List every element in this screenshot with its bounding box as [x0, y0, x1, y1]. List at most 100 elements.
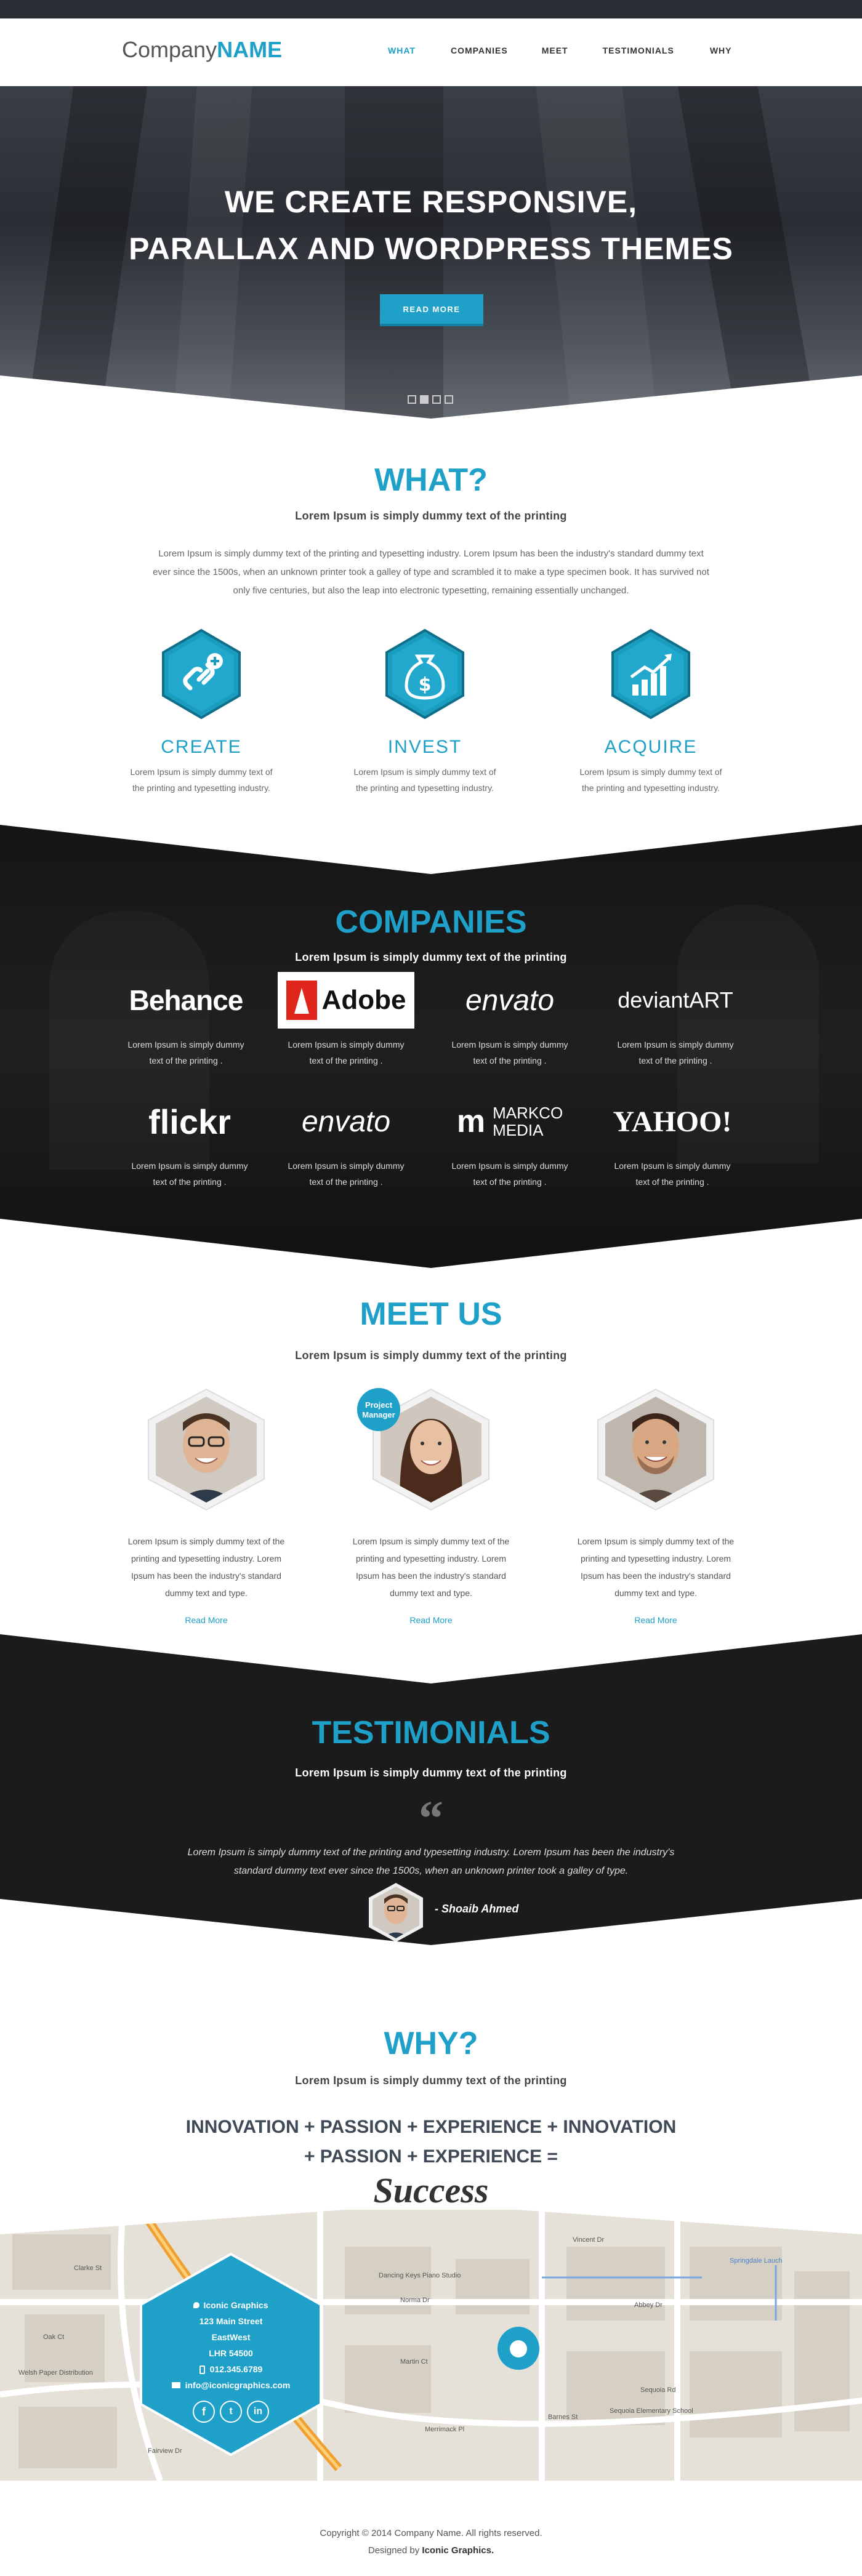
twitter-icon[interactable]: t	[220, 2401, 242, 2423]
map-label: Vincent Dr	[573, 2236, 604, 2244]
map-label: Martin Ct	[400, 2358, 428, 2365]
contact-email[interactable]: info@iconicgraphics.com	[139, 2377, 323, 2393]
site-header: CompanyNAME WHAT COMPANIES MEET TESTIMON…	[0, 18, 862, 86]
meet-section: MEET US Lorem Ipsum is simply dummy text…	[0, 1268, 862, 1637]
map-label: Abbey Dr	[634, 2301, 663, 2309]
what-title: WHAT?	[374, 462, 488, 498]
footer-credit: Designed by Iconic Graphics.	[368, 2545, 494, 2556]
map-section: Vincent Dr Dancing Keys Piano Studio Nor…	[0, 2210, 862, 2481]
testimonials-title: TESTIMONIALS	[312, 1715, 550, 1751]
team-member-3: Lorem Ipsum is simply dummy text of the p…	[563, 1388, 748, 1626]
top-strip	[0, 0, 862, 18]
deviantart-logo: deviantART	[618, 987, 733, 1013]
money-bag-icon: $	[385, 628, 464, 720]
companies-section: COMPANIES Lorem Ipsum is simply dummy te…	[0, 825, 862, 1268]
map-label: Barnes St	[548, 2413, 578, 2421]
contact-details: Iconic Graphics 123 Main Street EastWest…	[139, 2297, 323, 2423]
mail-icon	[171, 2382, 180, 2388]
testimonials-subtitle: Lorem Ipsum is simply dummy text of the …	[295, 1767, 567, 1779]
read-more-link[interactable]: Read More	[634, 1615, 677, 1625]
feature-acquire: ACQUIRE Lorem Ipsum is simply dummy text…	[558, 628, 743, 796]
link-plus-icon	[162, 628, 241, 720]
avatar	[597, 1388, 714, 1511]
contact-card: Iconic Graphics 123 Main Street EastWest…	[139, 2253, 323, 2456]
why-title: WHY?	[384, 2026, 478, 2061]
yahoo-logo: YAHOO!	[613, 1105, 732, 1138]
read-more-link[interactable]: Read More	[185, 1615, 227, 1625]
main-nav: WHAT COMPANIES MEET TESTIMONIALS WHY	[388, 46, 732, 55]
why-result: Success	[373, 2170, 489, 2210]
company-deviantart[interactable]: deviantART Lorem Ipsum is simply dummy te…	[595, 973, 755, 1069]
envato-logo: envato	[301, 1105, 391, 1138]
map-label: Dancing Keys Piano Studio	[379, 2272, 461, 2279]
phone-icon	[199, 2365, 205, 2375]
growth-chart-icon	[611, 628, 690, 720]
company-adobe[interactable]: Adobe Lorem Ipsum is simply dummy text of…	[266, 972, 426, 1069]
testimonials-top-chevron	[0, 1634, 862, 1683]
nav-meet[interactable]: MEET	[542, 46, 568, 55]
meet-title: MEET US	[360, 1296, 502, 1332]
footer-copyright: Copyright © 2014 Company Name. All right…	[320, 2528, 542, 2538]
testimonial-quote: Lorem Ipsum is simply dummy text of the …	[187, 1847, 675, 1876]
company-envato-2[interactable]: envato Lorem Ipsum is simply dummy text o…	[266, 1094, 426, 1190]
nav-why[interactable]: WHY	[710, 46, 732, 55]
nav-what[interactable]: WHAT	[388, 46, 416, 55]
project-manager-badge: Project Manager	[357, 1388, 400, 1431]
location-icon	[193, 2302, 200, 2308]
hero-bottom-chevron	[0, 375, 862, 431]
hero-headline: WE CREATE RESPONSIVE, PARALLAX AND WORDPR…	[129, 185, 733, 266]
svg-text:$: $	[419, 674, 432, 696]
map-label: Norma Dr	[400, 2297, 430, 2304]
companies-top-chevron	[0, 825, 862, 874]
adobe-logo: Adobe	[278, 972, 414, 1029]
adobe-mark-icon	[286, 981, 317, 1020]
testimonials-bottom-chevron	[0, 1899, 862, 1948]
why-section: WHY? Lorem Ipsum is simply dummy text of…	[0, 1945, 862, 2216]
meet-subtitle: Lorem Ipsum is simply dummy text of the …	[295, 1349, 567, 1362]
map-label: Merrimack Pl	[425, 2426, 464, 2433]
linkedin-icon[interactable]: in	[247, 2401, 269, 2423]
site-footer: Copyright © 2014 Company Name. All right…	[0, 2511, 862, 2576]
company-envato[interactable]: envato Lorem Ipsum is simply dummy text o…	[430, 973, 590, 1069]
map-label: Welsh Paper Distribution	[18, 2369, 93, 2377]
company-markco-media[interactable]: m MARKCO MEDIA Lorem Ipsum is simply dummy…	[430, 1094, 590, 1190]
what-lead: Lorem Ipsum is simply dummy text of the …	[153, 548, 709, 596]
company-flickr[interactable]: flickr Lorem Ipsum is simply dummy text o…	[110, 1094, 270, 1190]
contact-phone[interactable]: 012.345.6789	[139, 2361, 323, 2377]
map-label: Sequoia Elementary School	[610, 2407, 693, 2415]
envato-logo: envato	[465, 984, 555, 1017]
avatar	[148, 1388, 265, 1511]
companies-subtitle: Lorem Ipsum is simply dummy text of the …	[295, 951, 567, 963]
nav-companies[interactable]: COMPANIES	[451, 46, 508, 55]
companies-title: COMPANIES	[335, 904, 527, 940]
map-label: Oak Ct	[43, 2333, 64, 2341]
quote-icon: “	[419, 1792, 443, 1846]
hero-section: WE CREATE RESPONSIVE, PARALLAX AND WORDPR…	[0, 86, 862, 431]
markco-media-logo: m MARKCO MEDIA	[456, 1104, 563, 1139]
social-links: f t in	[139, 2401, 323, 2423]
read-more-link[interactable]: Read More	[409, 1615, 452, 1625]
company-behance[interactable]: Behance Lorem Ipsum is simply dummy text …	[106, 973, 266, 1069]
why-subtitle: Lorem Ipsum is simply dummy text of the …	[295, 2074, 567, 2087]
map-label: Sequoia Rd	[640, 2386, 676, 2394]
behance-logo: Behance	[129, 984, 244, 1016]
team-member-2: Project Manager Lorem Ipsum is simply dum…	[339, 1388, 523, 1626]
contact-company: Iconic Graphics	[139, 2297, 323, 2313]
testimonials-section: TESTIMONIALS Lorem Ipsum is simply dummy…	[0, 1634, 862, 1948]
markco-mark-icon: m	[456, 1104, 486, 1139]
why-equation: INNOVATION + PASSION + EXPERIENCE + INNO…	[185, 2117, 677, 2167]
flickr-logo: flickr	[148, 1102, 231, 1141]
hero-read-more-button[interactable]: READ MORE	[380, 294, 483, 326]
site-logo[interactable]: CompanyNAME	[122, 37, 282, 63]
what-subtitle: Lorem Ipsum is simply dummy text of the …	[295, 510, 567, 522]
company-yahoo[interactable]: YAHOO! Lorem Ipsum is simply dummy text o…	[592, 1094, 752, 1190]
companies-bottom-chevron	[0, 1219, 862, 1268]
map-canvas[interactable]: Vincent Dr Dancing Keys Piano Studio Nor…	[0, 2210, 862, 2481]
map-label: Springdale Lauch	[730, 2257, 783, 2265]
team-member-1: Lorem Ipsum is simply dummy text of the p…	[114, 1388, 299, 1626]
map-label: Clarke St	[74, 2265, 102, 2272]
nav-testimonials[interactable]: TESTIMONIALS	[603, 46, 674, 55]
feature-create: CREATE Lorem Ipsum is simply dummy text …	[109, 628, 294, 796]
feature-invest: $ INVEST Lorem Ipsum is simply dummy tex…	[332, 628, 517, 796]
facebook-icon[interactable]: f	[193, 2401, 215, 2423]
